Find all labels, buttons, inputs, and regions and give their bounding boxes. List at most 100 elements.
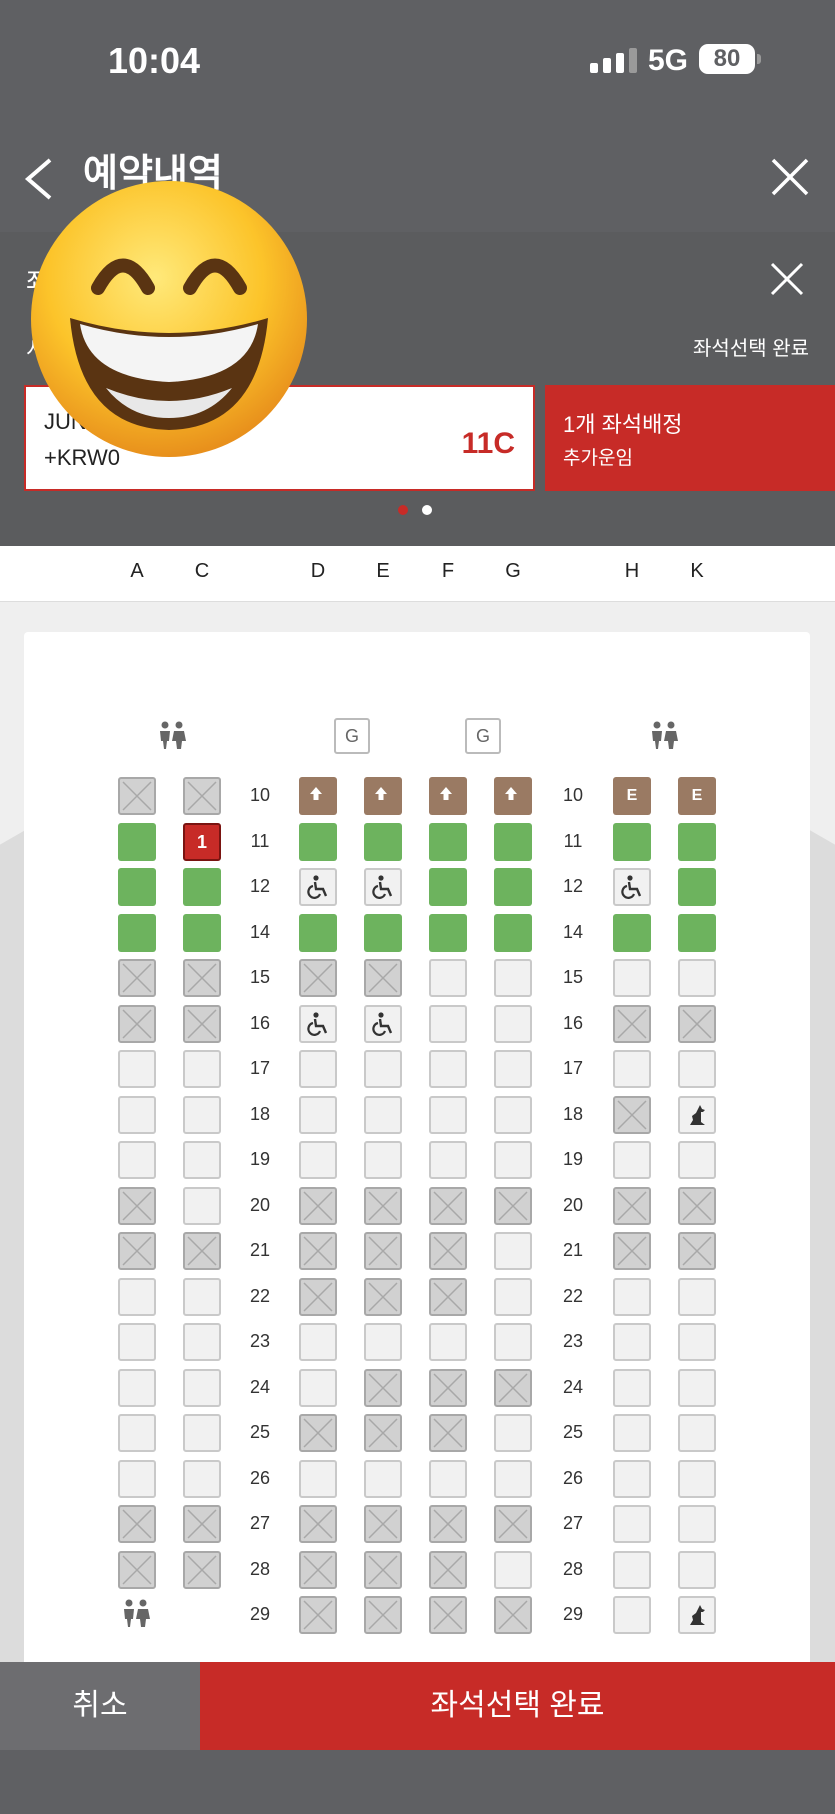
seat-22h[interactable] [613, 1277, 651, 1316]
seat-26e[interactable] [364, 1459, 402, 1498]
seat-11f[interactable] [429, 822, 467, 861]
seat-29h[interactable] [613, 1596, 651, 1634]
seat-12a[interactable] [118, 868, 156, 906]
seat-25a[interactable] [118, 1414, 156, 1452]
seat-12e[interactable] [364, 868, 402, 906]
seat-14g[interactable] [494, 913, 532, 952]
seat-25h[interactable] [613, 1414, 651, 1452]
seat-24h[interactable] [613, 1368, 651, 1407]
seat-11h[interactable] [613, 822, 651, 861]
seat-25c[interactable] [183, 1414, 221, 1452]
seat-23k[interactable] [678, 1323, 716, 1361]
cancel-button[interactable]: 취소 [0, 1662, 200, 1750]
seat-17h[interactable] [613, 1050, 651, 1088]
seat-12h[interactable] [613, 868, 651, 906]
seat-14d[interactable] [299, 913, 337, 952]
seat-19e[interactable] [364, 1141, 402, 1179]
seat-19g[interactable] [494, 1141, 532, 1179]
seat-16g[interactable] [494, 1004, 532, 1043]
seat-11g[interactable] [494, 822, 532, 861]
seat-18f[interactable] [429, 1095, 467, 1134]
seat-17g[interactable] [494, 1050, 532, 1088]
seat-14f[interactable] [429, 913, 467, 952]
seat-17k[interactable] [678, 1050, 716, 1088]
seat-25g[interactable] [494, 1414, 532, 1452]
seat-23h[interactable] [613, 1323, 651, 1361]
seat-12c[interactable] [183, 868, 221, 906]
seat-28g[interactable] [494, 1550, 532, 1589]
seat-11c[interactable]: 1 [183, 822, 221, 861]
seat-26g[interactable] [494, 1459, 532, 1498]
seat-14h[interactable] [613, 913, 651, 952]
seat-28h[interactable] [613, 1550, 651, 1589]
seat-complete-link[interactable]: 좌석선택 완료 [693, 332, 809, 361]
seat-17e[interactable] [364, 1050, 402, 1088]
seat-16e[interactable] [364, 1004, 402, 1043]
seat-11e[interactable] [364, 822, 402, 861]
seat-18e[interactable] [364, 1095, 402, 1134]
seat-25k[interactable] [678, 1414, 716, 1452]
seat-23c[interactable] [183, 1323, 221, 1361]
seat-10e[interactable] [364, 777, 402, 815]
seat-19d[interactable] [299, 1141, 337, 1179]
seat-22c[interactable] [183, 1277, 221, 1316]
seat-16f[interactable] [429, 1004, 467, 1043]
seat-19f[interactable] [429, 1141, 467, 1179]
seat-23d[interactable] [299, 1323, 337, 1361]
seat-15k[interactable] [678, 959, 716, 997]
seat-12k[interactable] [678, 868, 716, 906]
seat-15f[interactable] [429, 959, 467, 997]
seat-14k[interactable] [678, 913, 716, 952]
seat-23e[interactable] [364, 1323, 402, 1361]
seat-24k[interactable] [678, 1368, 716, 1407]
seat-19h[interactable] [613, 1141, 651, 1179]
seat-24a[interactable] [118, 1368, 156, 1407]
seat-19c[interactable] [183, 1141, 221, 1179]
seat-28k[interactable] [678, 1550, 716, 1589]
seat-15g[interactable] [494, 959, 532, 997]
seat-19a[interactable] [118, 1141, 156, 1179]
seat-24c[interactable] [183, 1368, 221, 1407]
seat-18d[interactable] [299, 1095, 337, 1134]
confirm-seat-button[interactable]: 좌석선택 완료 [200, 1662, 835, 1750]
seat-29k[interactable] [678, 1596, 716, 1634]
seat-14c[interactable] [183, 913, 221, 952]
seat-22g[interactable] [494, 1277, 532, 1316]
seat-22k[interactable] [678, 1277, 716, 1316]
seat-26f[interactable] [429, 1459, 467, 1498]
seat-10g[interactable] [494, 777, 532, 815]
seat-10h[interactable]: E [613, 777, 651, 815]
seat-26a[interactable] [118, 1459, 156, 1498]
seat-17a[interactable] [118, 1050, 156, 1088]
seat-23f[interactable] [429, 1323, 467, 1361]
seat-12g[interactable] [494, 868, 532, 906]
seat-12f[interactable] [429, 868, 467, 906]
seat-23a[interactable] [118, 1323, 156, 1361]
seat-18a[interactable] [118, 1095, 156, 1134]
seat-11k[interactable] [678, 822, 716, 861]
seat-17d[interactable] [299, 1050, 337, 1088]
seat-18g[interactable] [494, 1095, 532, 1134]
seat-19k[interactable] [678, 1141, 716, 1179]
seat-20c[interactable] [183, 1186, 221, 1225]
seat-26k[interactable] [678, 1459, 716, 1498]
seat-22a[interactable] [118, 1277, 156, 1316]
seat-24d[interactable] [299, 1368, 337, 1407]
seat-18c[interactable] [183, 1095, 221, 1134]
seat-assign-card[interactable]: 1개 좌석배정 추가운임 [545, 385, 835, 491]
seat-14e[interactable] [364, 913, 402, 952]
seat-10f[interactable] [429, 777, 467, 815]
seat-14a[interactable] [118, 913, 156, 952]
seat-10d[interactable] [299, 777, 337, 815]
seat-16d[interactable] [299, 1004, 337, 1043]
seat-15h[interactable] [613, 959, 651, 997]
seat-11d[interactable] [299, 822, 337, 861]
seat-26c[interactable] [183, 1459, 221, 1498]
seat-17c[interactable] [183, 1050, 221, 1088]
seat-27k[interactable] [678, 1505, 716, 1543]
seat-12d[interactable] [299, 868, 337, 906]
seat-23g[interactable] [494, 1323, 532, 1361]
close-icon[interactable] [765, 152, 815, 202]
seat-10k[interactable]: E [678, 777, 716, 815]
seat-21g[interactable] [494, 1232, 532, 1270]
